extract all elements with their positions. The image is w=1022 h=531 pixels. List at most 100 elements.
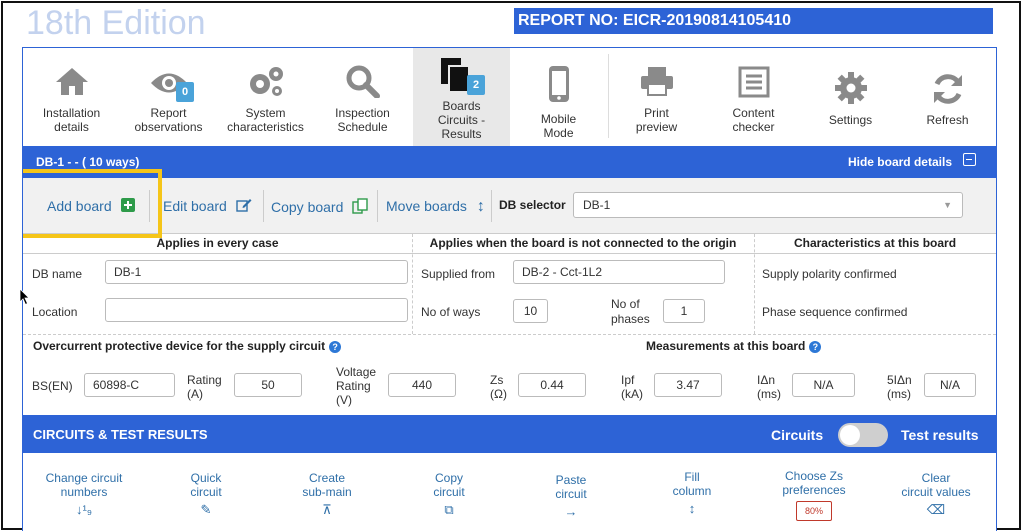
- divider: [491, 190, 492, 222]
- tab-label: Report: [150, 106, 187, 120]
- edition-title: 18th Edition: [26, 4, 206, 42]
- copy-board-button[interactable]: Copy board: [271, 198, 368, 215]
- tool-label: Change circuit: [45, 471, 123, 485]
- db-selector-value: DB-1: [583, 198, 611, 212]
- paste-circuit-button[interactable]: Paste circuit →: [531, 473, 611, 519]
- choose-zs-preferences-button[interactable]: Choose Zs preferences 80%: [769, 469, 859, 521]
- db-selector-label: DB selector: [499, 198, 566, 212]
- tab-boards-circuits-results[interactable]: 2 Boards Circuits - Results: [413, 48, 510, 146]
- tab-content-checker[interactable]: Content checker: [705, 48, 802, 146]
- tab-label: Schedule: [337, 120, 388, 134]
- section-not-origin: Applies when the board is not connected …: [412, 234, 754, 254]
- tab-label: Inspection: [335, 106, 390, 120]
- tab-label: characteristics: [227, 120, 304, 134]
- checklist-icon: [738, 66, 769, 98]
- polarity-label: Supply polarity confirmed: [762, 267, 897, 281]
- help-icon[interactable]: ?: [329, 341, 342, 353]
- copy-board-label: Copy board: [271, 199, 344, 215]
- move-boards-button[interactable]: Move boards ↕: [386, 198, 485, 216]
- db-selector[interactable]: DB-1 ▼: [573, 192, 963, 218]
- printer-icon: [640, 67, 673, 96]
- edit-icon: [236, 199, 252, 212]
- divider: [754, 234, 755, 334]
- toolbar: Installation details 0 Report observatio…: [23, 48, 996, 146]
- supplied-from-label: Supplied from: [421, 267, 496, 281]
- tool-label: circuit: [190, 485, 222, 499]
- tool-label: preferences: [782, 483, 846, 497]
- quick-circuit-button[interactable]: Quick circuit ✎: [166, 471, 246, 517]
- tab-print-preview[interactable]: Print preview: [608, 48, 705, 146]
- create-sub-main-button[interactable]: Create sub-main ⊼: [287, 471, 367, 517]
- no-of-ways-label: No of ways: [421, 305, 481, 319]
- tab-label: Boards: [442, 99, 481, 113]
- add-board-label: Add board: [47, 198, 112, 214]
- main-panel: Installation details 0 Report observatio…: [22, 47, 997, 531]
- add-board-button[interactable]: Add board: [47, 198, 135, 214]
- bsen-input[interactable]: 60898-C: [84, 373, 175, 397]
- circuit-tools: Change circuit numbers ↓¹₉ Quick circuit…: [23, 453, 996, 531]
- supplied-from-input[interactable]: DB-2 - Cct-1L2: [513, 260, 725, 284]
- tab-system-characteristics[interactable]: System characteristics: [217, 48, 314, 146]
- no-of-phases-label: No of: [611, 297, 640, 311]
- hide-board-details-button[interactable]: Hide board details: [848, 155, 952, 169]
- tool-label: Clear: [921, 471, 951, 485]
- fill-column-button[interactable]: Fill column ↕: [652, 470, 732, 516]
- circuits-results-toggle[interactable]: [838, 423, 888, 447]
- toggle-left-label: Circuits: [771, 427, 824, 443]
- zs-label: (Ω): [490, 387, 507, 401]
- zs-input[interactable]: 0.44: [518, 373, 586, 397]
- no-of-phases-input[interactable]: 1: [663, 299, 705, 323]
- observations-count-badge: 0: [176, 82, 194, 102]
- tool-label: Quick: [190, 471, 222, 485]
- edit-board-button[interactable]: Edit board: [163, 198, 252, 214]
- no-of-ways-input[interactable]: 10: [513, 299, 548, 323]
- collapse-icon[interactable]: [963, 153, 976, 166]
- zs-percent-badge: 80%: [795, 501, 832, 521]
- magnifier-icon: [346, 65, 380, 98]
- tab-installation-details[interactable]: Installation details: [23, 48, 120, 146]
- mouse-cursor-icon: [19, 288, 30, 306]
- gears-icon: [249, 67, 283, 96]
- ocpd-title-text: Overcurrent protective device for the su…: [33, 339, 326, 353]
- vertical-arrows-icon: ↕: [476, 198, 485, 215]
- tool-label: column: [672, 484, 712, 498]
- rating-label: Rating: [187, 373, 222, 387]
- rating-input[interactable]: 50: [234, 373, 302, 397]
- voltage-rating-input[interactable]: 440: [388, 373, 456, 397]
- tool-label: Copy: [434, 471, 463, 485]
- copy-circuit-button[interactable]: Copy circuit ⧉: [409, 471, 489, 517]
- ipf-label: (kA): [621, 387, 643, 401]
- chevron-down-icon: ▼: [943, 200, 952, 210]
- tab-label: Settings: [828, 113, 873, 127]
- tab-label: System: [245, 106, 286, 120]
- voltage-rating-label: (V): [336, 393, 352, 407]
- tab-settings[interactable]: Settings: [802, 48, 899, 146]
- location-input[interactable]: [105, 298, 408, 322]
- ipf-input[interactable]: 3.47: [654, 373, 722, 397]
- tab-report-observations[interactable]: 0 Report observations: [120, 48, 217, 146]
- sitemap-icon: ⊼: [322, 502, 332, 517]
- report-number: REPORT NO: EICR-20190814105410: [514, 8, 993, 34]
- tab-mobile-mode[interactable]: Mobile Mode: [510, 48, 607, 146]
- ipf-label: Ipf: [621, 373, 635, 387]
- help-icon[interactable]: ?: [809, 341, 822, 353]
- arrow-right-icon: →: [564, 504, 578, 519]
- tab-label: Mode: [543, 126, 574, 140]
- tab-label: details: [54, 120, 89, 134]
- tab-refresh[interactable]: Refresh: [899, 48, 996, 146]
- idn-input[interactable]: N/A: [792, 373, 855, 397]
- tab-inspection-schedule[interactable]: Inspection Schedule: [314, 48, 411, 146]
- board-header: DB-1 - - ( 10 ways) Hide board details: [23, 146, 996, 178]
- idn5-input[interactable]: N/A: [924, 373, 976, 397]
- tool-label: circuit: [433, 485, 465, 499]
- clear-circuit-values-button[interactable]: Clear circuit values ⌫: [890, 471, 982, 517]
- db-name-input[interactable]: DB-1: [105, 260, 408, 284]
- plus-icon: [120, 198, 135, 212]
- change-circuit-numbers-button[interactable]: Change circuit numbers ↓¹₉: [34, 471, 134, 517]
- tab-label: Results: [441, 127, 482, 141]
- circuits-header: CIRCUITS & TEST RESULTS Circuits Test re…: [23, 415, 996, 453]
- tool-label: circuit values: [901, 485, 971, 499]
- move-boards-label: Move boards: [386, 198, 467, 214]
- house-icon: [55, 68, 88, 95]
- tool-label: numbers: [60, 485, 108, 499]
